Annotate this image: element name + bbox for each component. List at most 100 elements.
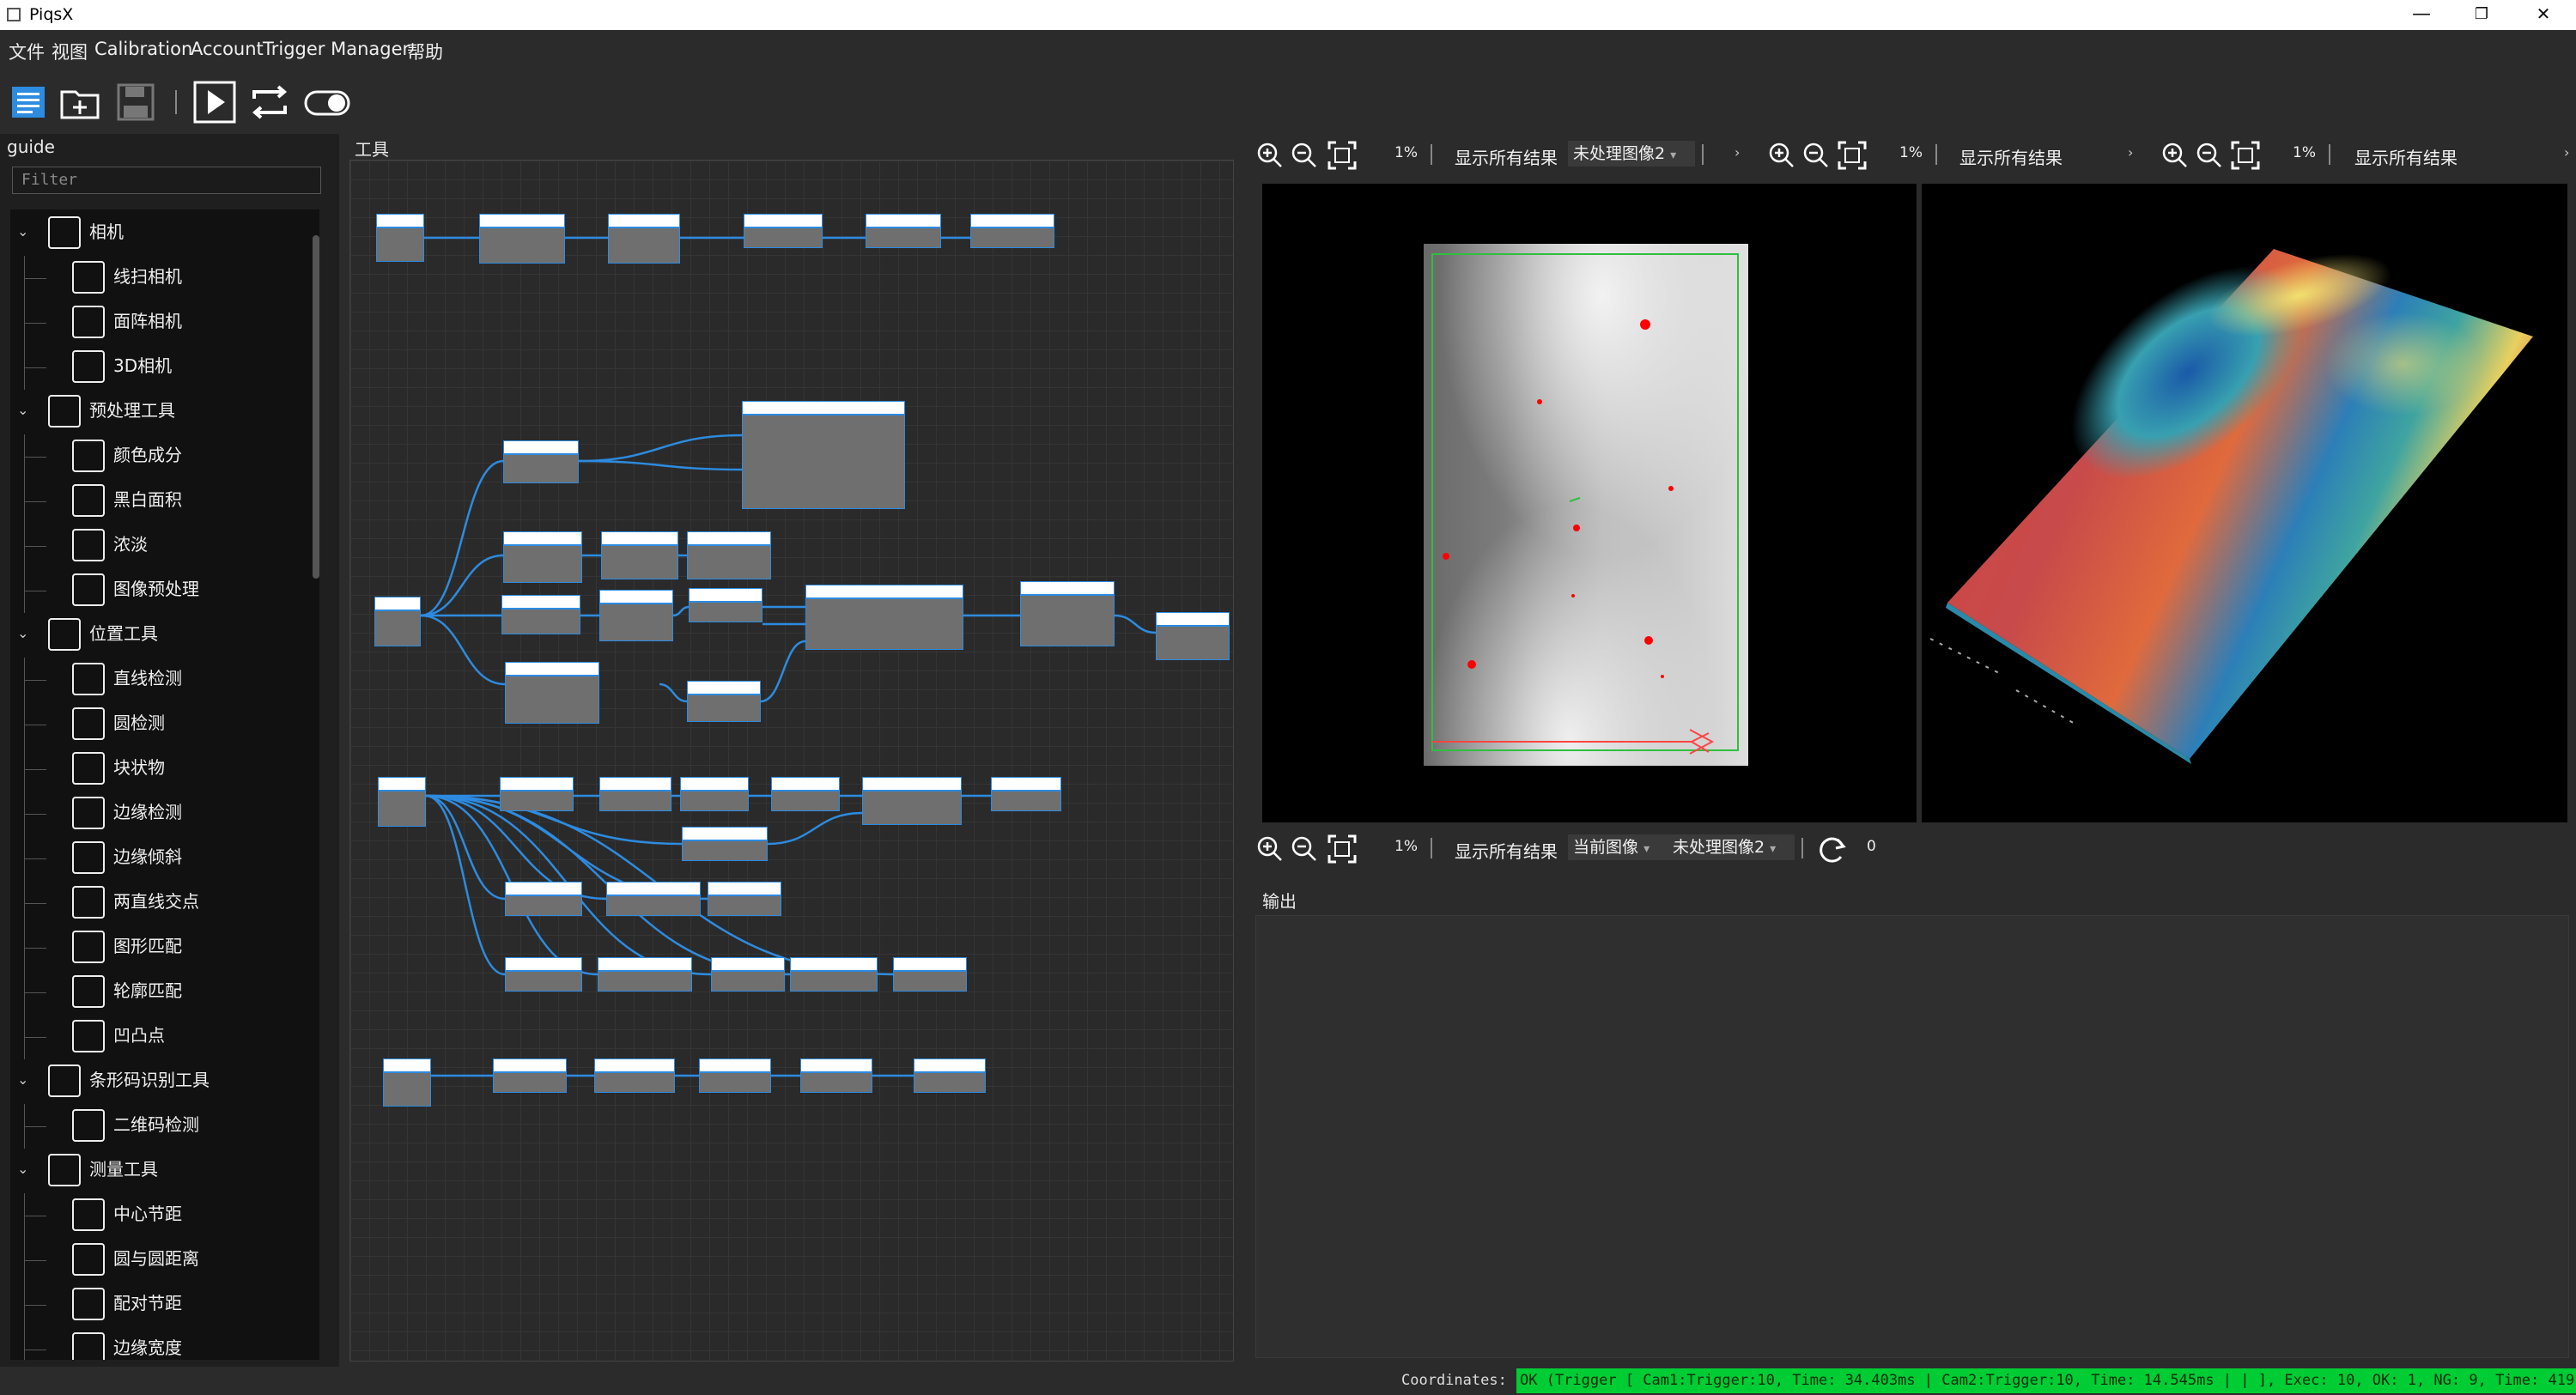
tree-item[interactable]: 直线检测 bbox=[10, 658, 299, 702]
flow-node[interactable] bbox=[599, 590, 673, 641]
tree-item[interactable]: 轮廓匹配 bbox=[10, 970, 299, 1015]
flow-node[interactable] bbox=[970, 214, 1054, 248]
fit-view-icon[interactable] bbox=[1327, 834, 1357, 864]
zoom-out-icon[interactable] bbox=[1291, 143, 1317, 168]
show-all-results-1[interactable]: 显示所有结果 bbox=[1455, 144, 1558, 169]
flow-canvas[interactable] bbox=[349, 160, 1234, 1362]
flow-node[interactable] bbox=[711, 957, 785, 992]
menu-view[interactable]: 视图 bbox=[52, 39, 88, 64]
flow-node[interactable] bbox=[505, 957, 582, 992]
toggle-icon[interactable] bbox=[302, 80, 354, 124]
flow-node[interactable] bbox=[606, 882, 701, 916]
tree-item[interactable]: ⌄ 相机 bbox=[10, 211, 299, 252]
chevron-right-icon[interactable]: › bbox=[1735, 144, 1740, 161]
chevron-down-icon[interactable]: ⌄ bbox=[17, 1149, 28, 1190]
tree-item[interactable]: 边缘宽度 bbox=[10, 1327, 299, 1360]
flow-node[interactable] bbox=[378, 777, 426, 827]
tree-item[interactable]: 圆检测 bbox=[10, 702, 299, 747]
current-image-combo[interactable]: 当前图像 ▾ bbox=[1568, 834, 1668, 860]
flow-node[interactable] bbox=[493, 1058, 567, 1093]
flow-node[interactable] bbox=[1020, 581, 1115, 646]
tree-item[interactable]: ⌄ 测量工具 bbox=[10, 1149, 299, 1190]
filter-input[interactable]: Filter bbox=[12, 167, 321, 194]
tree-item[interactable]: 凹凸点 bbox=[10, 1015, 299, 1059]
loop-icon[interactable] bbox=[247, 80, 292, 124]
image-source-combo-1[interactable]: 未处理图像2 ▾ bbox=[1568, 141, 1695, 167]
tree-item[interactable]: 圆与圆距离 bbox=[10, 1238, 299, 1283]
tree-item[interactable]: 线扫相机 bbox=[10, 256, 299, 300]
flow-node[interactable] bbox=[376, 214, 424, 262]
flow-node[interactable] bbox=[682, 827, 768, 861]
flow-node[interactable] bbox=[501, 595, 580, 634]
flow-node[interactable] bbox=[687, 681, 761, 722]
fit-view-icon[interactable] bbox=[1838, 141, 1867, 170]
flow-node[interactable] bbox=[383, 1058, 431, 1107]
tree-item[interactable]: 浓淡 bbox=[10, 524, 299, 568]
open-folder-icon[interactable] bbox=[58, 80, 103, 124]
image-viewport-2d[interactable] bbox=[1262, 184, 1917, 822]
flow-node[interactable] bbox=[689, 588, 762, 622]
fit-view-icon[interactable] bbox=[1327, 141, 1357, 170]
flow-node[interactable] bbox=[991, 777, 1061, 811]
tree-item[interactable]: 边缘倾斜 bbox=[10, 836, 299, 881]
tree-item[interactable]: 黑白面积 bbox=[10, 479, 299, 524]
tree-item[interactable]: 3D相机 bbox=[10, 345, 299, 390]
chevron-down-icon[interactable]: ⌄ bbox=[17, 211, 28, 252]
tree-scrollbar-thumb[interactable] bbox=[313, 235, 319, 579]
chevron-right-icon[interactable]: › bbox=[2564, 144, 2569, 161]
chevron-down-icon[interactable]: ⌄ bbox=[17, 1059, 28, 1101]
tree-item[interactable]: 块状物 bbox=[10, 747, 299, 792]
flow-node[interactable] bbox=[601, 531, 678, 579]
flow-node[interactable] bbox=[708, 882, 781, 916]
tree-item[interactable]: 图像预处理 bbox=[10, 568, 299, 613]
zoom-out-icon[interactable] bbox=[1803, 143, 1829, 168]
refresh-icon[interactable] bbox=[1817, 834, 1848, 864]
flow-node[interactable] bbox=[914, 1058, 986, 1093]
tree-item[interactable]: ⌄ 条形码识别工具 bbox=[10, 1059, 299, 1101]
tree-scrollbar[interactable] bbox=[311, 218, 319, 1334]
list-icon[interactable] bbox=[7, 80, 52, 124]
tree-item[interactable]: 中心节距 bbox=[10, 1193, 299, 1238]
flow-node[interactable] bbox=[680, 777, 749, 811]
flow-node[interactable] bbox=[800, 1058, 872, 1093]
menu-account[interactable]: Account bbox=[191, 39, 264, 59]
flow-node[interactable] bbox=[866, 214, 941, 248]
flow-node[interactable] bbox=[790, 957, 878, 992]
zoom-in-icon[interactable] bbox=[1257, 836, 1283, 862]
flow-node[interactable] bbox=[505, 662, 599, 724]
tree-item[interactable]: 面阵相机 bbox=[10, 300, 299, 345]
tree-item[interactable]: 颜色成分 bbox=[10, 434, 299, 479]
menu-help[interactable]: 帮助 bbox=[407, 39, 443, 64]
flow-node[interactable] bbox=[503, 440, 579, 483]
output-log[interactable] bbox=[1255, 915, 2569, 1358]
flow-node[interactable] bbox=[374, 597, 421, 646]
flow-node[interactable] bbox=[742, 401, 905, 509]
show-all-results-3[interactable]: 显示所有结果 bbox=[2354, 144, 2458, 169]
flow-node[interactable] bbox=[1156, 612, 1230, 660]
chevron-down-icon[interactable]: ⌄ bbox=[17, 613, 28, 654]
flow-node[interactable] bbox=[608, 214, 680, 264]
image-viewport-3d[interactable] bbox=[1922, 184, 2567, 822]
flow-node[interactable] bbox=[505, 882, 582, 916]
tree-item[interactable]: 边缘检测 bbox=[10, 792, 299, 836]
tree-item[interactable]: 两直线交点 bbox=[10, 881, 299, 925]
show-all-results-bottom[interactable]: 显示所有结果 bbox=[1455, 838, 1558, 863]
flow-node[interactable] bbox=[699, 1058, 771, 1093]
zoom-in-icon[interactable] bbox=[1769, 143, 1795, 168]
zoom-out-icon[interactable] bbox=[1291, 836, 1317, 862]
tree-item[interactable]: 配对节距 bbox=[10, 1283, 299, 1327]
show-all-results-2[interactable]: 显示所有结果 bbox=[1959, 144, 2063, 169]
flow-node[interactable] bbox=[771, 777, 840, 811]
flow-node[interactable] bbox=[500, 777, 574, 811]
flow-node[interactable] bbox=[744, 214, 823, 248]
tree-item[interactable]: 图形匹配 bbox=[10, 925, 299, 970]
zoom-in-icon[interactable] bbox=[2162, 143, 2188, 168]
flow-node[interactable] bbox=[687, 531, 771, 579]
image-source-combo-bottom[interactable]: 未处理图像2 ▾ bbox=[1668, 834, 1795, 860]
close-button[interactable]: ✕ bbox=[2518, 0, 2569, 30]
zoom-out-icon[interactable] bbox=[2196, 143, 2222, 168]
flow-node[interactable] bbox=[503, 531, 582, 583]
fit-view-icon[interactable] bbox=[2231, 141, 2260, 170]
flow-node[interactable] bbox=[599, 777, 671, 811]
chevron-down-icon[interactable]: ⌄ bbox=[17, 390, 28, 431]
